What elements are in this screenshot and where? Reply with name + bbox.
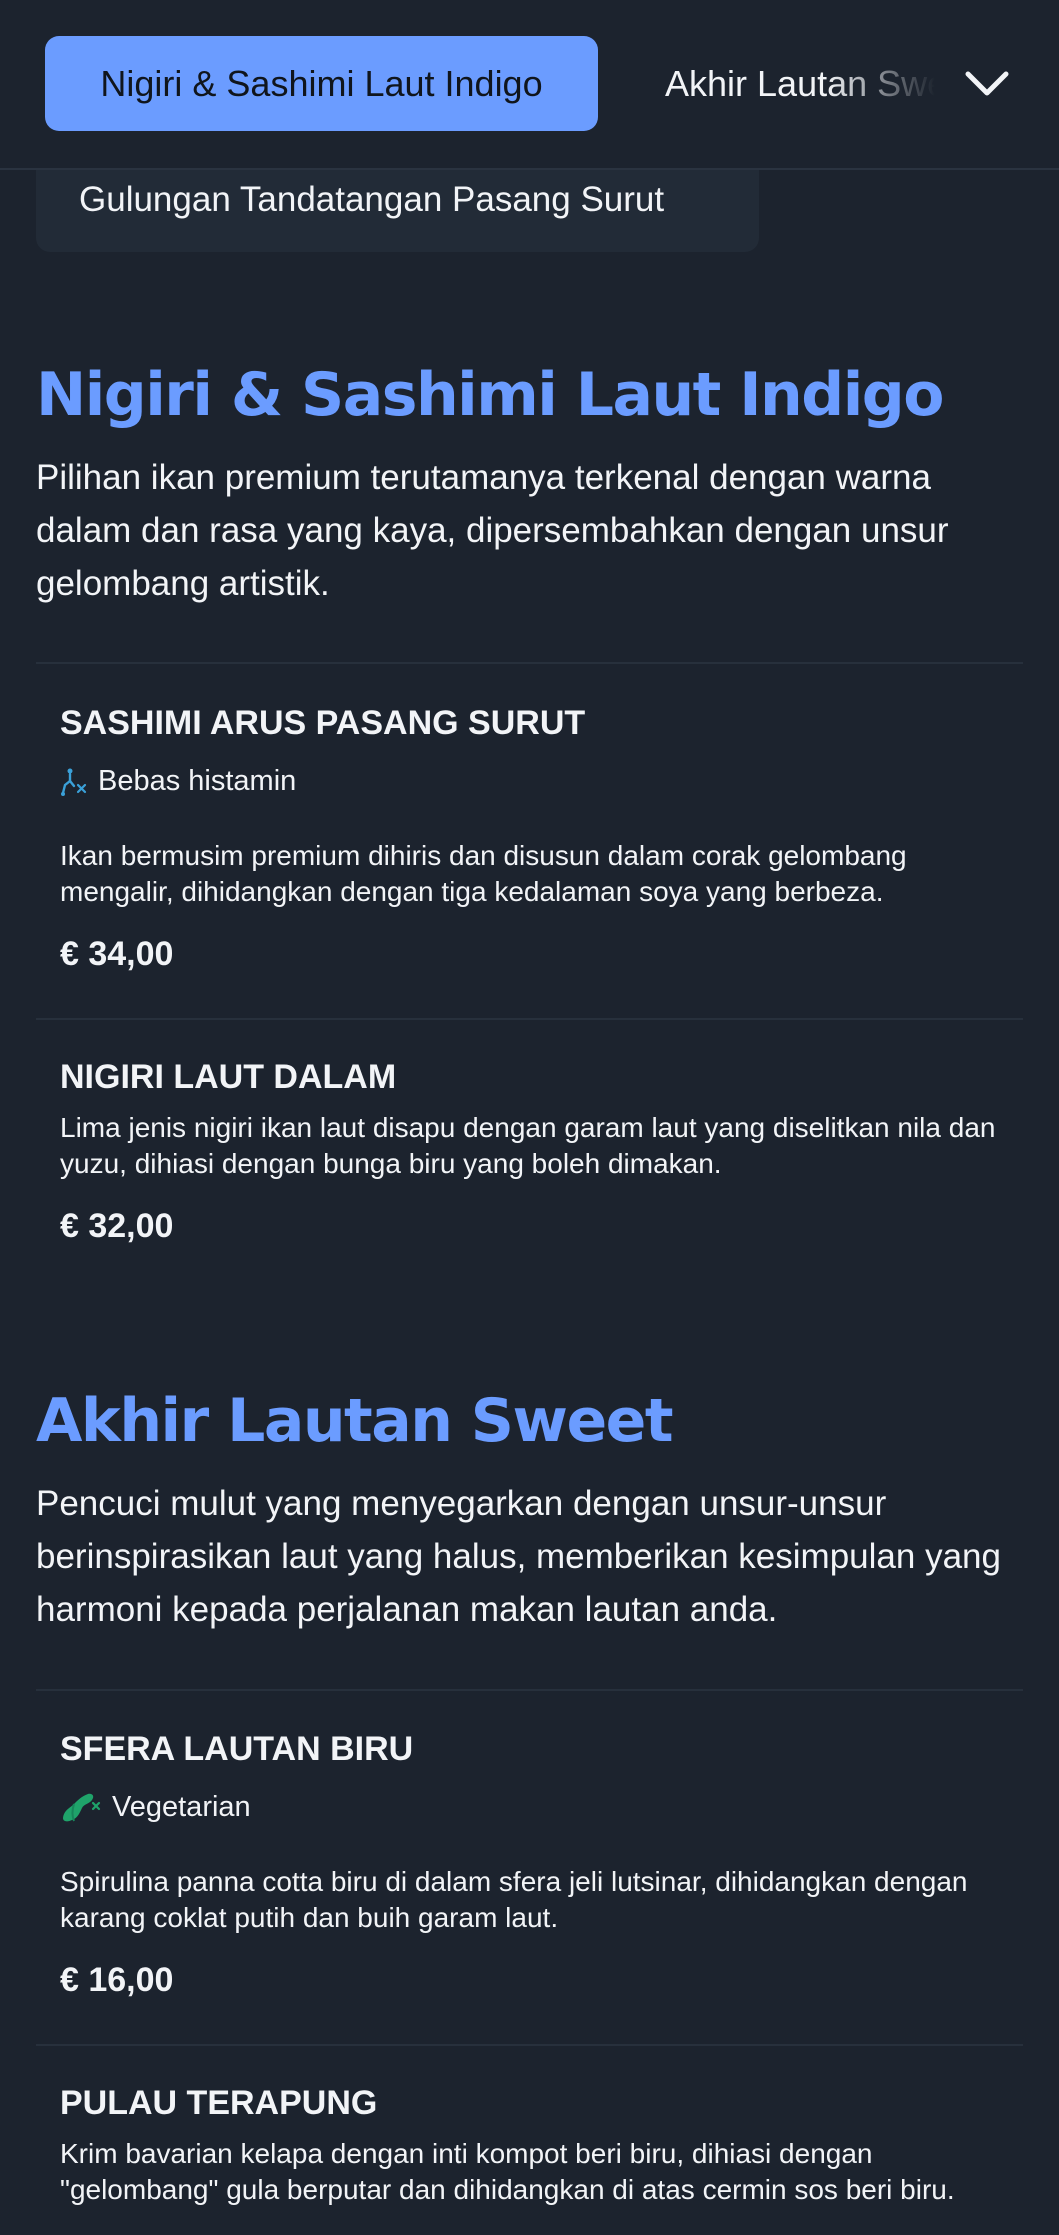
dietary-badge: Bebas histamin (60, 765, 296, 798)
item-name: PULAU TERAPUNG (60, 2084, 378, 2122)
section-title: Akhir Lautan Sweet (36, 1386, 674, 1456)
badge-label: Vegetarian (112, 1790, 251, 1823)
section-description: Pencuci mulut yang menyegarkan dengan un… (36, 1484, 1001, 1629)
item-description: Spirulina panna cotta biru di dalam sfer… (60, 1866, 968, 1933)
tab-akhir-lautan-sweet[interactable]: Akhir Lautan Sweet (665, 36, 935, 131)
histamine-free-icon (61, 768, 87, 796)
item-price: € 34,00 (60, 935, 174, 973)
item-description: Krim bavarian kelapa dengan inti kompot … (60, 2138, 955, 2205)
item-description: Lima jenis nigiri ikan laut disapu denga… (60, 1112, 996, 1179)
item-price: € 16,00 (60, 1961, 174, 1999)
item-price: € 32,00 (60, 1207, 174, 1245)
badge-label: Bebas histamin (98, 765, 297, 797)
section-title: Nigiri & Sashimi Laut Indigo (36, 360, 944, 430)
tab-label: Nigiri & Sashimi Laut Indigo (100, 62, 543, 104)
section-description: Pilihan ikan premium terutamanya terkena… (36, 458, 949, 603)
chevron-down-icon[interactable] (962, 60, 1012, 106)
item-name: SFERA LAUTAN BIRU (60, 1730, 414, 1768)
vegetarian-icon (63, 1793, 101, 1822)
tab-label: Akhir Lautan Sweet (665, 62, 935, 104)
item-name: NIGIRI LAUT DALAM (60, 1058, 397, 1096)
tab-nigiri-sashimi[interactable]: Nigiri & Sashimi Laut Indigo (45, 36, 598, 131)
category-nav: Nigiri & Sashimi Laut Indigo Akhir Lauta… (0, 0, 1059, 170)
dietary-badge: Vegetarian (60, 1790, 251, 1824)
tab-label: Gulungan Tandatangan Pasang Surut (79, 180, 665, 219)
item-description: Ikan bermusim premium dihiris dan disusu… (60, 840, 907, 907)
item-name: SASHIMI ARUS PASANG SURUT (60, 704, 586, 742)
